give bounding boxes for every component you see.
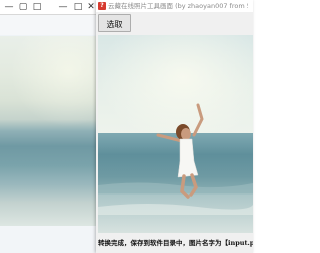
background-window-toolbar	[0, 15, 98, 35]
background-window-titlebar: — ▢ □ — □ ✕	[0, 0, 98, 15]
app-toolbar: 选取图片	[96, 12, 253, 47]
window-title: 云藏在线照片工具画面 (by zhaoyan007 from 52pojie.c…	[108, 2, 248, 10]
minimize-icon[interactable]: —	[56, 0, 70, 14]
status-bar: 转换完成，保存到软件目录中，图片名字为【input.p	[96, 234, 253, 253]
maximize-icon[interactable]: □	[71, 0, 85, 14]
maximize-icon[interactable]: □	[30, 0, 44, 14]
restore-icon[interactable]: ▢	[16, 0, 30, 14]
app-titlebar[interactable]: ? 云藏在线照片工具画面 (by zhaoyan007 from 52pojie…	[96, 0, 253, 12]
status-message: 转换完成，保存到软件目录中，图片名字为【input.p	[98, 239, 253, 247]
minimize-icon[interactable]: —	[2, 0, 16, 14]
app-icon: ?	[98, 2, 106, 10]
background-window: — ▢ □ — □ ✕	[0, 0, 98, 253]
background-window-footer	[0, 226, 98, 253]
select-image-button[interactable]: 选取图片	[98, 14, 131, 47]
background-image-haze	[0, 36, 98, 136]
beach-jump-photo	[98, 35, 253, 233]
app-window: ? 云藏在线照片工具画面 (by zhaoyan007 from 52pojie…	[96, 0, 253, 253]
image-preview	[98, 35, 253, 233]
